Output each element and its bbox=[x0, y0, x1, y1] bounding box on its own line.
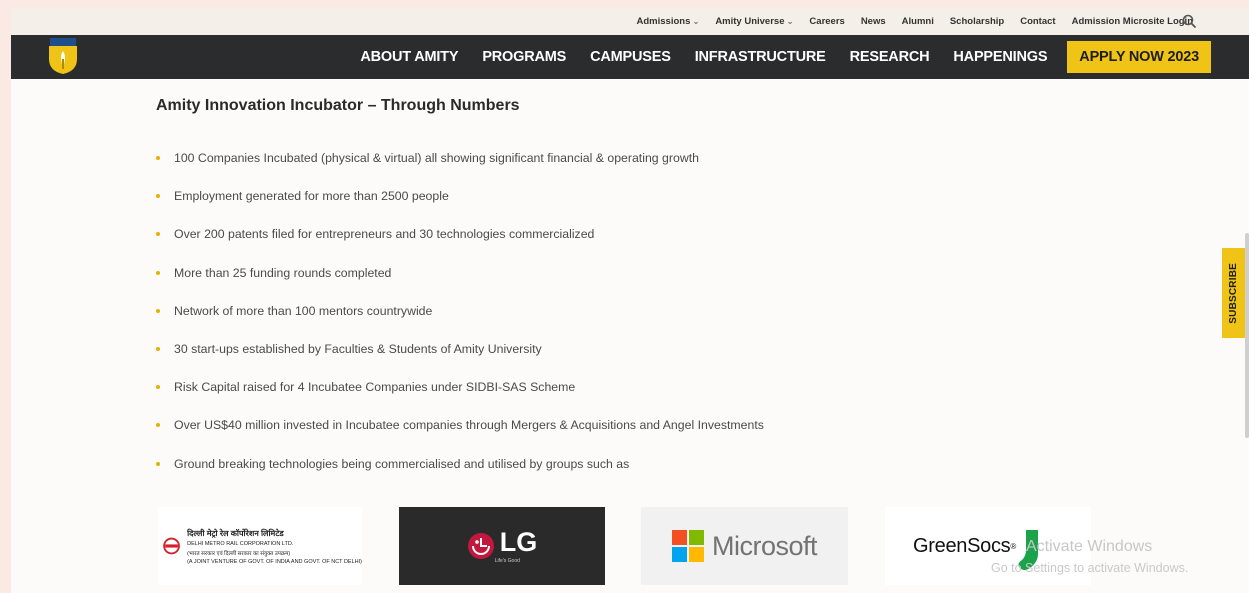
nav-item-about[interactable]: ABOUT AMITY bbox=[360, 49, 458, 65]
list-item-text: Ground breaking technologies being comme… bbox=[174, 456, 630, 471]
search-icon[interactable] bbox=[1182, 14, 1197, 29]
utility-bar: Admissions Amity Universe Careers News A… bbox=[11, 8, 1249, 35]
list-item-text: 30 start-ups established by Faculties & … bbox=[174, 341, 542, 356]
lg-tagline: Life's Good bbox=[494, 557, 520, 564]
windows-activation-subtitle: Go to Settings to activate Windows. bbox=[991, 561, 1189, 575]
bullet-icon bbox=[156, 385, 160, 390]
list-item-text: Risk Capital raised for 4 Incubatee Comp… bbox=[174, 380, 576, 395]
utility-link-admissions[interactable]: Admissions bbox=[637, 16, 700, 27]
scrollbar[interactable] bbox=[1245, 233, 1249, 438]
dmrc-hindi-name: दिल्ली मेट्रो रेल कॉर्पोरेशन लिमिटेड bbox=[187, 528, 284, 538]
list-item-text: Over 200 patents filed for entrepreneurs… bbox=[174, 227, 595, 242]
microsoft-squares-icon bbox=[671, 530, 704, 562]
list-item-text: Employment generated for more than 2500 … bbox=[174, 189, 449, 204]
greensocs-wordmark: GreenSocs bbox=[913, 534, 1011, 557]
utility-link-amity-universe[interactable]: Amity Universe bbox=[715, 16, 793, 27]
page-frame: Admissions Amity Universe Careers News A… bbox=[11, 8, 1249, 593]
microsoft-wordmark: Microsoft bbox=[711, 530, 818, 561]
dmrc-logo: दिल्ली मेट्रो रेल कॉर्पोरेशन लिमिटेड DEL… bbox=[158, 507, 362, 585]
microsoft-logo: Microsoft bbox=[641, 507, 848, 585]
list-item-text: Network of more than 100 mentors country… bbox=[174, 303, 433, 318]
nav-item-happenings[interactable]: HAPPENINGS bbox=[953, 49, 1047, 65]
numbers-list: 100 Companies Incubated (physical & virt… bbox=[156, 151, 764, 495]
utility-links: Admissions Amity Universe Careers News A… bbox=[637, 8, 1193, 35]
dmrc-text: दिल्ली मेट्रो रेल कॉर्पोरेशन लिमिटेड DEL… bbox=[187, 528, 362, 565]
list-item: 100 Companies Incubated (physical & virt… bbox=[156, 151, 764, 189]
utility-link-alumni[interactable]: Alumni bbox=[902, 16, 934, 27]
nav-item-campuses[interactable]: CAMPUSES bbox=[590, 49, 671, 65]
lg-face-icon bbox=[467, 533, 494, 559]
nav-item-infrastructure[interactable]: INFRASTRUCTURE bbox=[695, 49, 826, 65]
nav-item-programs[interactable]: PROGRAMS bbox=[482, 49, 566, 65]
dmrc-emblem-icon bbox=[163, 537, 180, 555]
list-item: More than 25 funding rounds completed bbox=[156, 266, 764, 304]
dmrc-english-name: DELHI METRO RAIL CORPORATION LTD. bbox=[187, 540, 294, 547]
bullet-icon bbox=[156, 423, 160, 428]
list-item: Over US$40 million invested in Incubatee… bbox=[156, 418, 764, 456]
apply-now-button[interactable]: APPLY NOW 2023 bbox=[1067, 41, 1211, 73]
list-item: 30 start-ups established by Faculties & … bbox=[156, 342, 764, 380]
nav-menu: ABOUT AMITY PROGRAMS CAMPUSES INFRASTRUC… bbox=[336, 35, 1211, 79]
windows-activation-title: Activate Windows bbox=[1026, 538, 1153, 555]
utility-link-scholarship[interactable]: Scholarship bbox=[950, 16, 1004, 27]
subscribe-tab[interactable]: SUBSCRIBE bbox=[1222, 248, 1245, 338]
section-heading: Amity Innovation Incubator – Through Num… bbox=[156, 97, 520, 114]
bullet-icon bbox=[156, 270, 160, 275]
list-item: Ground breaking technologies being comme… bbox=[156, 457, 764, 495]
lg-wordmark: LG bbox=[499, 526, 538, 557]
utility-link-microsite-login[interactable]: Admission Microsite Login bbox=[1072, 16, 1193, 27]
list-item-text: Over US$40 million invested in Incubatee… bbox=[174, 418, 764, 433]
bullet-icon bbox=[156, 232, 160, 237]
bullet-icon bbox=[156, 308, 160, 313]
bullet-icon bbox=[156, 461, 160, 466]
utility-link-careers[interactable]: Careers bbox=[809, 16, 844, 27]
list-item: Employment generated for more than 2500 … bbox=[156, 189, 764, 227]
bullet-icon bbox=[156, 194, 160, 199]
bullet-icon bbox=[156, 346, 160, 351]
list-item-text: 100 Companies Incubated (physical & virt… bbox=[174, 151, 699, 165]
utility-link-news[interactable]: News bbox=[861, 16, 886, 27]
list-item: Risk Capital raised for 4 Incubatee Comp… bbox=[156, 380, 764, 418]
list-item: Network of more than 100 mentors country… bbox=[156, 304, 764, 342]
utility-link-contact[interactable]: Contact bbox=[1020, 16, 1055, 27]
amity-logo-icon[interactable] bbox=[45, 37, 81, 75]
bullet-icon bbox=[156, 156, 160, 160]
nav-item-research[interactable]: RESEARCH bbox=[850, 49, 930, 65]
list-item-text: More than 25 funding rounds completed bbox=[174, 265, 392, 280]
dmrc-subtext-hindi: (भारत सरकार एवं दिल्ली सरकार का संयुक्त … bbox=[187, 550, 291, 557]
list-item: Over 200 patents filed for entrepreneurs… bbox=[156, 227, 764, 265]
main-nav: ABOUT AMITY PROGRAMS CAMPUSES INFRASTRUC… bbox=[11, 35, 1249, 79]
subscribe-label: SUBSCRIBE bbox=[1228, 262, 1239, 324]
dmrc-subtext-english: (A JOINT VENTURE OF GOVT. OF INDIA AND G… bbox=[187, 558, 362, 565]
lg-logo: LG Life's Good bbox=[399, 507, 605, 585]
